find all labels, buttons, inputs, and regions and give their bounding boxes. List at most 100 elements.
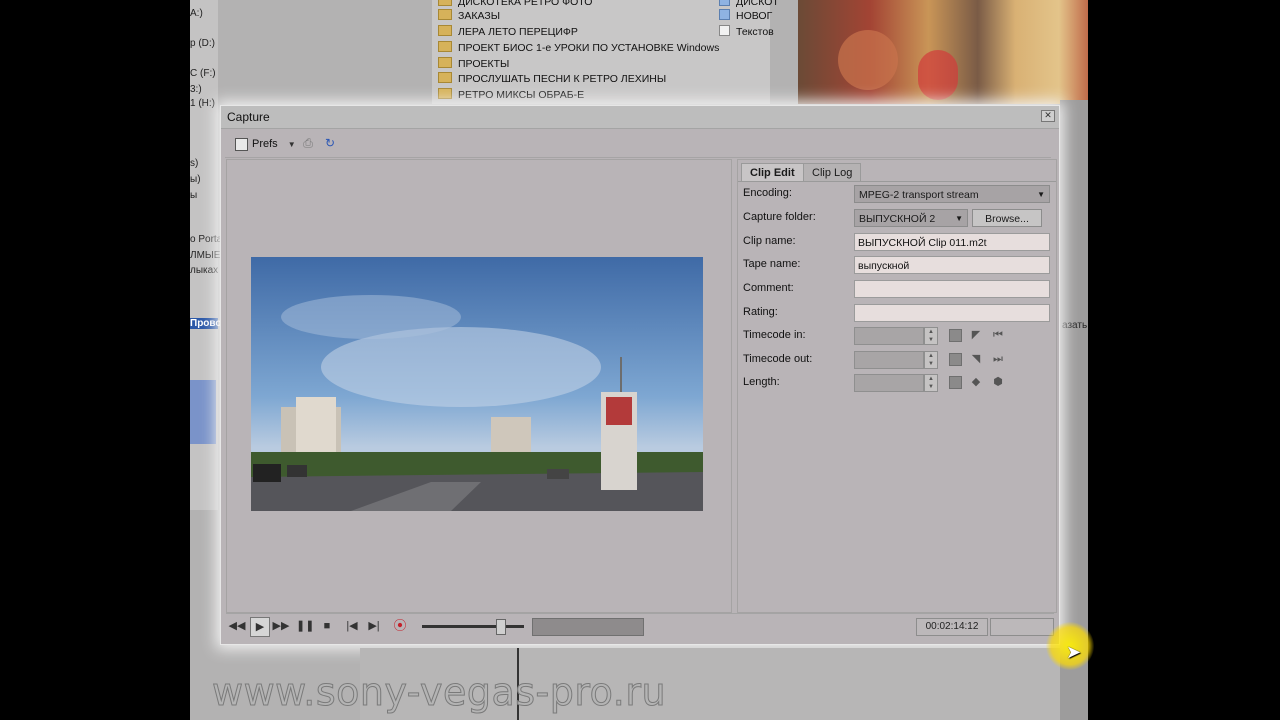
capture-folder-label: Capture folder: [743, 211, 816, 223]
capture-folder-select[interactable]: ВЫПУСКНОЙ 2 ▼ [854, 209, 968, 227]
folder-item[interactable]: РЕТРО МИКСЫ ОБРАБ-Е [438, 88, 584, 103]
capture-toolbar: Prefs ▼ ⎙ ↻ [225, 133, 1051, 158]
encoding-label: Encoding: [743, 187, 792, 199]
drive-label[interactable]: ы) [190, 174, 201, 185]
folder-item[interactable]: ПРОЕКТЫ [438, 57, 509, 72]
goto-in-icon[interactable]: ⏮ [990, 328, 1006, 342]
status-field [990, 618, 1054, 636]
folder-icon [438, 57, 452, 68]
refresh-icon[interactable]: ↻ [323, 136, 337, 150]
rewind-icon[interactable]: ◀◀ [228, 617, 246, 635]
shuttle-slider-knob[interactable] [496, 619, 506, 635]
desktop-background: A:) p (D:) C (F:) 3:) 1 (H:) s) ы) ы o P… [190, 0, 1088, 720]
explorer-drive-list: A:) p (D:) C (F:) 3:) 1 (H:) s) ы) ы o P… [190, 0, 222, 510]
drive-label[interactable]: 3:) [190, 84, 202, 95]
video-preview [251, 257, 703, 511]
video-preview-pane [226, 159, 732, 613]
capture-device-icon[interactable]: ⎙ [301, 136, 315, 150]
folder-icon [438, 0, 452, 6]
browse-button[interactable]: Browse... [972, 209, 1042, 227]
drive-label[interactable]: s) [190, 158, 198, 169]
capture-window: Capture ✕ Prefs ▼ ⎙ ↻ Clip Edit Clip Log… [220, 105, 1060, 645]
transport-bar: ◀◀ ▶ ▶▶ ❚❚ ■ |◀ ▶| ⦿ 00:02:14:12 [226, 613, 1054, 638]
goto-out-icon[interactable]: ⏭ [990, 352, 1006, 366]
length-field[interactable] [854, 374, 924, 392]
timecode-out-reset-icon[interactable] [949, 353, 962, 366]
mouse-pointer-icon: ➤ [1066, 642, 1082, 662]
watermark-text: www.sony-vegas-pro.ru [211, 670, 667, 715]
comment-label: Comment: [743, 282, 794, 294]
timecode-in-field[interactable] [854, 327, 924, 345]
prefs-label: Prefs [252, 138, 278, 150]
chevron-down-icon: ▼ [955, 214, 963, 223]
log-clip-icon[interactable]: ⬢ [990, 375, 1006, 389]
clip-name-field[interactable]: ВЫПУСКНОЙ Clip 011.m2t [854, 233, 1050, 251]
drive-label[interactable]: лыках [190, 265, 218, 276]
tape-name-field[interactable]: выпускной [854, 256, 1050, 274]
timecode-in-reset-icon[interactable] [949, 329, 962, 342]
tab-divider [738, 181, 1056, 182]
shuttle-slider-track[interactable] [422, 625, 524, 628]
length-reset-icon[interactable] [949, 376, 962, 389]
drive-label[interactable]: o Porta [190, 234, 222, 245]
fast-forward-icon[interactable]: ▶▶ [272, 617, 290, 635]
next-frame-icon[interactable]: ▶| [365, 617, 383, 635]
folder-icon [438, 72, 452, 83]
encoding-select[interactable]: MPEG-2 transport stream ▼ [854, 185, 1050, 203]
timecode-in-spinner[interactable]: ▲ ▼ [924, 327, 938, 345]
length-spinner[interactable]: ▲ ▼ [924, 374, 938, 392]
mark-out-icon[interactable]: ◥ [968, 352, 984, 366]
length-label: Length: [743, 376, 780, 388]
drive-label[interactable]: A:) [190, 8, 203, 19]
file-item[interactable]: НОВОГ [719, 9, 772, 24]
timecode-in-label: Timecode in: [743, 329, 806, 341]
timecode-display: 00:02:14:12 [916, 618, 988, 636]
file-list: ДИСКОТ НОВОГ Текстов [715, 0, 779, 40]
tab-clip-edit[interactable]: Clip Edit [741, 163, 804, 182]
file-item[interactable]: Текстов [719, 25, 774, 40]
drive-label[interactable]: C (F:) [190, 68, 216, 79]
background-photo [798, 0, 1088, 104]
record-icon[interactable]: ⦿ [391, 617, 409, 635]
tape-name-label: Tape name: [743, 258, 801, 270]
window-title: Capture [227, 110, 270, 124]
mark-in-icon[interactable]: ◤ [968, 328, 984, 342]
rating-field[interactable] [854, 304, 1050, 322]
chevron-down-icon: ▼ [1037, 190, 1045, 199]
clip-edit-pane: Clip Edit Clip Log Encoding: MPEG-2 tran… [737, 159, 1057, 613]
audio-file-icon [719, 9, 730, 20]
timecode-out-field[interactable] [854, 351, 924, 369]
chevron-down-icon[interactable]: ▼ [288, 140, 296, 149]
folder-item[interactable]: ЗАКАЗЫ [438, 9, 500, 24]
title-bar[interactable]: Capture ✕ [221, 106, 1059, 129]
stop-icon[interactable]: ■ [318, 617, 336, 635]
prefs-button[interactable]: Prefs ▼ [231, 135, 300, 153]
previous-frame-icon[interactable]: |◀ [343, 617, 361, 635]
video-frame-image [251, 257, 703, 511]
tab-clip-log[interactable]: Clip Log [803, 163, 862, 182]
folder-item[interactable]: ЛЕРА ЛЕТО ПЕРЕЦИФР [438, 25, 578, 40]
prefs-icon [235, 137, 248, 151]
drive-label[interactable]: ЛМЫЕ [190, 250, 220, 261]
drive-label[interactable]: p (D:) [190, 38, 215, 49]
folder-icon [438, 41, 452, 52]
audio-file-icon [719, 0, 730, 6]
drive-label[interactable]: 1 (H:) [190, 98, 215, 109]
folder-item[interactable]: ПРОЕКТ БИОС 1-е УРОКИ ПО УСТАНОВКЕ Windo… [438, 41, 719, 56]
left-edge-button[interactable]: Прово [190, 318, 222, 329]
jog-wheel[interactable] [532, 618, 644, 636]
folder-icon [438, 9, 452, 20]
right-edge-label: азать [1062, 320, 1088, 331]
timecode-out-label: Timecode out: [743, 353, 813, 365]
folder-icon [438, 25, 452, 36]
pause-icon[interactable]: ❚❚ [296, 617, 314, 635]
play-icon[interactable]: ▶ [250, 617, 270, 637]
close-icon[interactable]: ✕ [1041, 110, 1055, 122]
comment-field[interactable] [854, 280, 1050, 298]
rating-label: Rating: [743, 306, 778, 318]
clip-name-label: Clip name: [743, 235, 796, 247]
folder-item[interactable]: ПРОСЛУШАТЬ ПЕСНИ К РЕТРО ЛЕХИНЫ [438, 72, 666, 87]
drive-label[interactable]: ы [190, 190, 197, 201]
capture-clip-icon[interactable]: ◆ [968, 375, 984, 389]
timecode-out-spinner[interactable]: ▲ ▼ [924, 351, 938, 369]
